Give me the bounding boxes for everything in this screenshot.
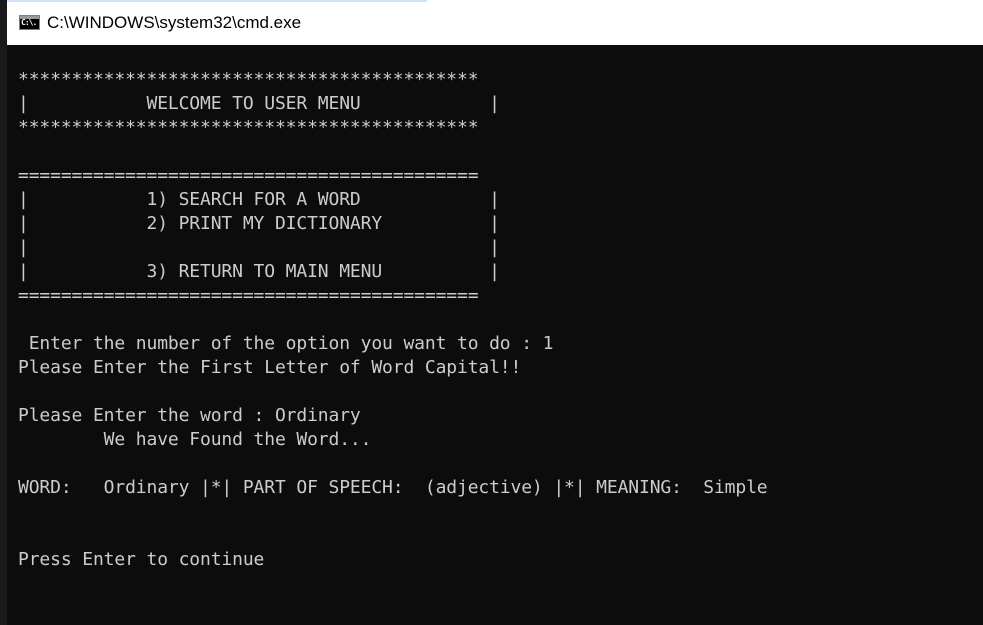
console-line-blank bbox=[18, 308, 768, 332]
console-line-option-1: | 1) SEARCH FOR A WORD | bbox=[18, 189, 500, 210]
console-line-option-3: | 3) RETURN TO MAIN MENU | bbox=[18, 261, 500, 282]
console-line-menu-top: ========================================… bbox=[18, 165, 479, 186]
title-bar-accent bbox=[7, 0, 427, 2]
console-line-menu-spacer: | | bbox=[18, 237, 500, 258]
console-line-found-message: We have Found the Word... bbox=[18, 429, 372, 450]
console-line-blank bbox=[18, 452, 768, 476]
console-line-menu-bottom: ========================================… bbox=[18, 285, 479, 306]
console-line-blank bbox=[18, 380, 768, 404]
console-window[interactable]: ****************************************… bbox=[0, 45, 983, 625]
console-line-word-prompt: Please Enter the word : Ordinary bbox=[18, 405, 361, 426]
console-line-banner-bottom: ****************************************… bbox=[18, 117, 479, 138]
console-line-banner-top: ****************************************… bbox=[18, 69, 479, 90]
console-line-blank bbox=[18, 500, 768, 524]
cmd-icon-text: C:\. bbox=[21, 18, 37, 27]
console-output: ****************************************… bbox=[18, 68, 768, 572]
console-line-blank bbox=[18, 524, 768, 548]
console-line-blank bbox=[18, 140, 768, 164]
console-line-option-2: | 2) PRINT MY DICTIONARY | bbox=[18, 213, 500, 234]
cmd-icon[interactable]: C:\. bbox=[19, 15, 40, 30]
console-line-welcome: | WELCOME TO USER MENU | bbox=[18, 93, 500, 114]
title-bar[interactable]: C:\. C:\WINDOWS\system32\cmd.exe bbox=[0, 0, 983, 45]
console-line-word-result: WORD: Ordinary |*| PART OF SPEECH: (adje… bbox=[18, 477, 768, 498]
console-line-letter-hint: Please Enter the First Letter of Word Ca… bbox=[18, 357, 522, 378]
window-title: C:\WINDOWS\system32\cmd.exe bbox=[47, 13, 302, 32]
console-line-continue-prompt: Press Enter to continue bbox=[18, 549, 265, 570]
console-line-option-prompt: Enter the number of the option you want … bbox=[18, 333, 554, 354]
